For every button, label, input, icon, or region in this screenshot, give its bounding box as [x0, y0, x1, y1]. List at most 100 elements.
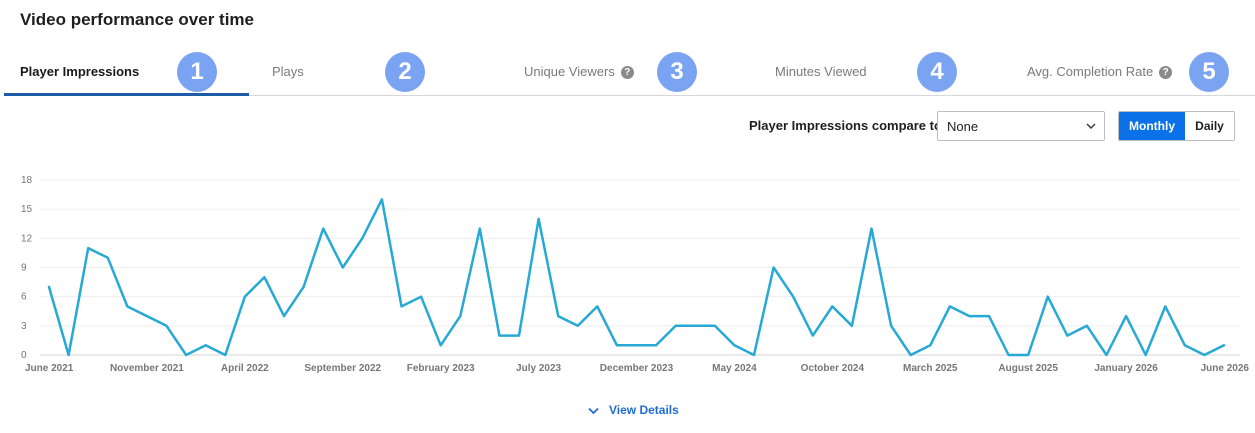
- tab-label: Unique Viewers?: [524, 64, 634, 79]
- daily-button[interactable]: Daily: [1185, 112, 1234, 140]
- data-point: [1123, 313, 1129, 319]
- data-point: [320, 226, 326, 232]
- data-point: [379, 196, 385, 202]
- data-point: [496, 333, 502, 339]
- step-badge-2: 2: [385, 52, 425, 92]
- data-point: [105, 255, 111, 261]
- granularity-toggle: Monthly Daily: [1118, 111, 1235, 141]
- data-point: [1182, 342, 1188, 348]
- tab-label: Avg. Completion Rate?: [1027, 64, 1173, 79]
- data-point: [1045, 294, 1051, 300]
- y-tick-label: 12: [21, 233, 33, 244]
- data-point: [85, 245, 91, 251]
- data-point: [634, 342, 640, 348]
- data-point: [46, 284, 52, 290]
- x-tick-label: December 2023: [600, 363, 674, 374]
- tab-player-impressions[interactable]: Player Impressions 1: [4, 46, 249, 96]
- data-point: [1025, 352, 1031, 358]
- tab-minutes-viewed[interactable]: Minutes Viewed 4: [764, 46, 1014, 95]
- y-tick-label: 0: [21, 350, 27, 361]
- data-point: [477, 226, 483, 232]
- data-point: [281, 313, 287, 319]
- x-tick-label: June 2021: [25, 363, 74, 374]
- tab-avg-completion-rate[interactable]: Avg. Completion Rate? 5: [1016, 46, 1255, 95]
- chevron-down-icon: [1086, 123, 1096, 129]
- line-chart: 0 3 6 9 12 15 18 June 2021 November 2021 April 20…: [21, 175, 1250, 374]
- x-tick-label: July 2023: [516, 363, 561, 374]
- data-point: [673, 323, 679, 329]
- data-point: [869, 226, 875, 232]
- data-point: [986, 313, 992, 319]
- view-details-link[interactable]: View Details: [588, 403, 679, 417]
- help-icon[interactable]: ?: [620, 66, 634, 79]
- data-point: [1221, 342, 1227, 348]
- data-point: [594, 303, 600, 309]
- data-point: [340, 265, 346, 271]
- tab-unique-viewers[interactable]: Unique Viewers? 3: [509, 46, 759, 95]
- data-point: [908, 352, 914, 358]
- x-tick-label: September 2022: [304, 363, 381, 374]
- data-point: [1064, 333, 1070, 339]
- page-title: Video performance over time: [20, 10, 254, 29]
- monthly-button[interactable]: Monthly: [1119, 112, 1185, 140]
- x-tick-label: October 2024: [801, 363, 865, 374]
- data-point: [790, 294, 796, 300]
- data-point: [1104, 352, 1110, 358]
- y-tick-label: 18: [21, 175, 33, 186]
- data-point: [183, 352, 189, 358]
- x-tick-label: November 2021: [110, 363, 184, 374]
- view-details-label: View Details: [609, 403, 679, 417]
- data-point: [144, 313, 150, 319]
- tab-label-text: Avg. Completion Rate: [1027, 64, 1154, 79]
- compare-select-value: None: [947, 119, 979, 134]
- x-tick-label: January 2026: [1094, 363, 1158, 374]
- x-tick-label: June 2026: [1201, 363, 1250, 374]
- x-tick-label: August 2025: [998, 363, 1058, 374]
- tab-label: Player Impressions: [20, 64, 140, 79]
- data-point: [203, 342, 209, 348]
- tab-plays[interactable]: Plays 2: [254, 46, 504, 95]
- data-point: [242, 294, 248, 300]
- data-point: [751, 352, 757, 358]
- series-line: [47, 198, 1226, 357]
- data-point: [1143, 352, 1149, 358]
- data-point: [771, 265, 777, 271]
- tab-label: Plays: [272, 64, 304, 79]
- y-tick-label: 9: [21, 263, 27, 274]
- x-tick-label: May 2024: [712, 363, 757, 374]
- x-tick-label: February 2023: [407, 363, 475, 374]
- data-point: [810, 333, 816, 339]
- data-point: [829, 303, 835, 309]
- help-icon[interactable]: ?: [1159, 66, 1173, 79]
- data-point: [66, 352, 72, 358]
- data-point: [1084, 323, 1090, 329]
- tab-label: Minutes Viewed: [775, 64, 867, 79]
- data-point: [712, 323, 718, 329]
- data-point: [222, 352, 228, 358]
- data-point: [731, 342, 737, 348]
- tab-label-text: Unique Viewers: [524, 64, 615, 79]
- data-point: [261, 274, 267, 280]
- data-point: [692, 323, 698, 329]
- data-point: [457, 313, 463, 319]
- data-point: [966, 313, 972, 319]
- y-tick-label: 6: [21, 292, 27, 303]
- y-tick-label: 15: [21, 204, 33, 215]
- data-point: [927, 342, 933, 348]
- compare-select[interactable]: None: [937, 111, 1105, 141]
- data-point: [536, 216, 542, 222]
- chevron-down-icon: [588, 407, 599, 415]
- data-point: [359, 235, 365, 241]
- compare-label: Player Impressions compare to: [749, 118, 942, 133]
- data-point: [849, 323, 855, 329]
- data-point: [418, 294, 424, 300]
- x-tick-label: April 2022: [221, 363, 269, 374]
- step-badge-5: 5: [1189, 52, 1229, 92]
- data-point: [301, 284, 307, 290]
- step-badge-3: 3: [657, 52, 697, 92]
- data-point: [438, 342, 444, 348]
- data-point: [1006, 352, 1012, 358]
- data-point: [1201, 352, 1207, 358]
- y-tick-label: 3: [21, 321, 27, 332]
- data-point: [1162, 303, 1168, 309]
